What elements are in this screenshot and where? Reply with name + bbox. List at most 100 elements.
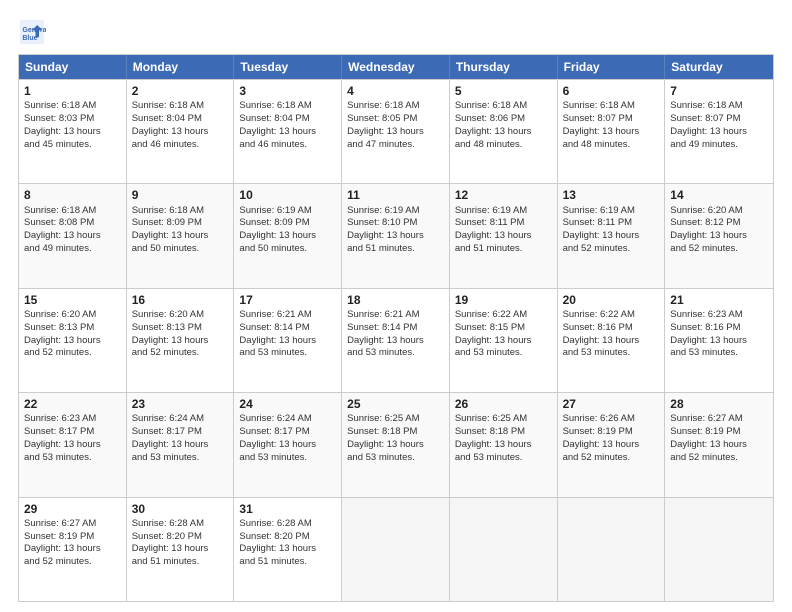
day-number: 10 — [239, 187, 336, 203]
day-info-line: Sunrise: 6:27 AM — [24, 518, 121, 531]
day-number: 5 — [455, 83, 552, 99]
calendar-header-cell: Monday — [127, 55, 235, 79]
day-info-line: Daylight: 13 hours — [24, 126, 121, 139]
calendar-cell: 31Sunrise: 6:28 AMSunset: 8:20 PMDayligh… — [234, 498, 342, 601]
calendar-cell: 19Sunrise: 6:22 AMSunset: 8:15 PMDayligh… — [450, 289, 558, 392]
day-info-line: Sunset: 8:05 PM — [347, 113, 444, 126]
day-info-line: Sunset: 8:13 PM — [24, 322, 121, 335]
day-info-line: Sunrise: 6:18 AM — [132, 205, 229, 218]
day-number: 31 — [239, 501, 336, 517]
calendar-cell: 3Sunrise: 6:18 AMSunset: 8:04 PMDaylight… — [234, 80, 342, 183]
day-info-line: Daylight: 13 hours — [239, 439, 336, 452]
day-info-line: Daylight: 13 hours — [347, 439, 444, 452]
day-info-line: and 53 minutes. — [239, 452, 336, 465]
day-info-line: Sunrise: 6:21 AM — [347, 309, 444, 322]
day-info-line: and 53 minutes. — [455, 452, 552, 465]
day-info-line: and 48 minutes. — [563, 139, 660, 152]
day-info-line: and 53 minutes. — [347, 347, 444, 360]
day-number: 15 — [24, 292, 121, 308]
calendar-header-cell: Wednesday — [342, 55, 450, 79]
day-info-line: and 52 minutes. — [670, 452, 768, 465]
day-info-line: Sunset: 8:19 PM — [670, 426, 768, 439]
day-info-line: Sunrise: 6:18 AM — [455, 100, 552, 113]
calendar-cell — [450, 498, 558, 601]
day-info-line: Sunset: 8:12 PM — [670, 217, 768, 230]
day-info-line: and 52 minutes. — [670, 243, 768, 256]
day-info-line: Daylight: 13 hours — [670, 230, 768, 243]
day-info-line: and 51 minutes. — [455, 243, 552, 256]
day-info-line: Daylight: 13 hours — [239, 335, 336, 348]
day-info-line: Daylight: 13 hours — [347, 126, 444, 139]
calendar-cell: 20Sunrise: 6:22 AMSunset: 8:16 PMDayligh… — [558, 289, 666, 392]
day-info-line: Sunrise: 6:18 AM — [347, 100, 444, 113]
day-info-line: Daylight: 13 hours — [670, 439, 768, 452]
day-info-line: and 46 minutes. — [132, 139, 229, 152]
day-number: 17 — [239, 292, 336, 308]
day-info-line: Sunrise: 6:28 AM — [132, 518, 229, 531]
day-info-line: Sunrise: 6:19 AM — [239, 205, 336, 218]
calendar-header: SundayMondayTuesdayWednesdayThursdayFrid… — [19, 55, 773, 79]
day-info-line: Sunset: 8:13 PM — [132, 322, 229, 335]
day-info-line: and 50 minutes. — [239, 243, 336, 256]
day-number: 2 — [132, 83, 229, 99]
day-info-line: Daylight: 13 hours — [132, 230, 229, 243]
day-info-line: and 53 minutes. — [239, 347, 336, 360]
day-info-line: Sunrise: 6:20 AM — [24, 309, 121, 322]
day-info-line: and 53 minutes. — [347, 452, 444, 465]
day-info-line: and 48 minutes. — [455, 139, 552, 152]
day-info-line: and 49 minutes. — [670, 139, 768, 152]
day-info-line: Sunset: 8:14 PM — [347, 322, 444, 335]
day-info-line: Sunset: 8:08 PM — [24, 217, 121, 230]
calendar-cell — [558, 498, 666, 601]
day-number: 14 — [670, 187, 768, 203]
day-number: 20 — [563, 292, 660, 308]
day-info-line: Daylight: 13 hours — [670, 335, 768, 348]
day-info-line: and 51 minutes. — [132, 556, 229, 569]
day-info-line: Daylight: 13 hours — [132, 543, 229, 556]
day-info-line: Sunset: 8:20 PM — [132, 531, 229, 544]
day-number: 16 — [132, 292, 229, 308]
day-info-line: Daylight: 13 hours — [455, 230, 552, 243]
day-info-line: Sunrise: 6:20 AM — [670, 205, 768, 218]
day-info-line: Sunset: 8:15 PM — [455, 322, 552, 335]
day-info-line: Sunset: 8:07 PM — [563, 113, 660, 126]
calendar-body: 1Sunrise: 6:18 AMSunset: 8:03 PMDaylight… — [19, 79, 773, 601]
day-info-line: Daylight: 13 hours — [239, 230, 336, 243]
day-number: 24 — [239, 396, 336, 412]
day-number: 27 — [563, 396, 660, 412]
day-info-line: and 45 minutes. — [24, 139, 121, 152]
calendar-cell: 15Sunrise: 6:20 AMSunset: 8:13 PMDayligh… — [19, 289, 127, 392]
calendar-cell: 25Sunrise: 6:25 AMSunset: 8:18 PMDayligh… — [342, 393, 450, 496]
day-info-line: Daylight: 13 hours — [347, 335, 444, 348]
day-info-line: and 50 minutes. — [132, 243, 229, 256]
svg-text:Blue: Blue — [22, 35, 37, 42]
day-info-line: Sunset: 8:14 PM — [239, 322, 336, 335]
calendar-cell: 5Sunrise: 6:18 AMSunset: 8:06 PMDaylight… — [450, 80, 558, 183]
day-info-line: Daylight: 13 hours — [239, 126, 336, 139]
day-number: 13 — [563, 187, 660, 203]
day-info-line: Daylight: 13 hours — [132, 335, 229, 348]
day-info-line: Sunset: 8:16 PM — [670, 322, 768, 335]
day-info-line: and 52 minutes. — [24, 556, 121, 569]
day-info-line: Sunset: 8:04 PM — [132, 113, 229, 126]
day-info-line: and 47 minutes. — [347, 139, 444, 152]
calendar-cell: 21Sunrise: 6:23 AMSunset: 8:16 PMDayligh… — [665, 289, 773, 392]
calendar-row: 29Sunrise: 6:27 AMSunset: 8:19 PMDayligh… — [19, 497, 773, 601]
day-info-line: Sunset: 8:09 PM — [132, 217, 229, 230]
day-info-line: Sunrise: 6:22 AM — [455, 309, 552, 322]
day-info-line: Sunrise: 6:18 AM — [24, 100, 121, 113]
day-info-line: Sunset: 8:06 PM — [455, 113, 552, 126]
calendar-cell: 2Sunrise: 6:18 AMSunset: 8:04 PMDaylight… — [127, 80, 235, 183]
calendar-header-cell: Tuesday — [234, 55, 342, 79]
day-number: 18 — [347, 292, 444, 308]
day-info-line: Sunrise: 6:27 AM — [670, 413, 768, 426]
calendar-cell: 11Sunrise: 6:19 AMSunset: 8:10 PMDayligh… — [342, 184, 450, 287]
day-info-line: Daylight: 13 hours — [24, 543, 121, 556]
calendar-cell: 29Sunrise: 6:27 AMSunset: 8:19 PMDayligh… — [19, 498, 127, 601]
day-info-line: Daylight: 13 hours — [24, 439, 121, 452]
day-info-line: Daylight: 13 hours — [132, 439, 229, 452]
day-info-line: Daylight: 13 hours — [455, 126, 552, 139]
logo: General Blue — [18, 18, 48, 46]
calendar-cell: 22Sunrise: 6:23 AMSunset: 8:17 PMDayligh… — [19, 393, 127, 496]
calendar-cell: 16Sunrise: 6:20 AMSunset: 8:13 PMDayligh… — [127, 289, 235, 392]
